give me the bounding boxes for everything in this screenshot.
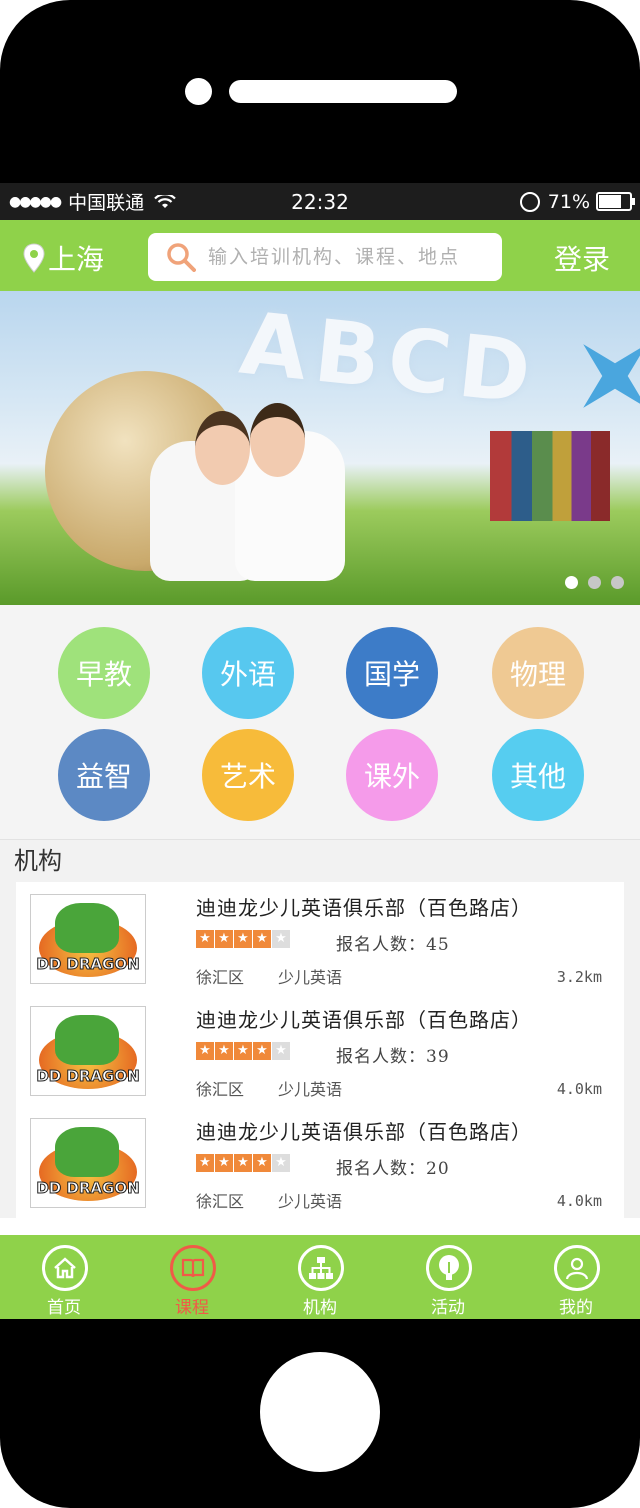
banner-child-right-head [250,403,305,477]
institution-logo: DD DRAGON [30,1118,146,1208]
category-button[interactable]: 其他 [492,729,584,821]
category-grid: 早教 外语 国学 物理益智 艺术 课外 其他 [0,605,640,840]
star-icon: ★ [253,1154,271,1172]
battery-icon [596,192,635,211]
rating-stars: ★ ★ ★ ★ ★ [196,1154,290,1172]
login-button[interactable]: 登录 [554,238,610,278]
category-button[interactable]: 外语 [202,627,294,719]
category-button[interactable]: 物理 [492,627,584,719]
promo-banner[interactable]: ABCD [0,291,640,605]
star-icon: ★ [196,930,214,948]
bottom-tab-bar: 首页 课程 机构 活动 我的 [0,1235,640,1319]
search-input[interactable] [206,245,490,269]
tab-item[interactable]: 活动 [384,1235,512,1319]
section-title: 机构 [0,840,640,882]
user-icon [554,1245,600,1291]
star-icon: ★ [272,930,290,948]
front-camera [185,78,212,105]
clock: 22:32 [291,189,349,214]
star-icon: ★ [215,930,233,948]
institution-card[interactable]: DD DRAGON 迪迪龙少儿英语俱乐部（百色路店） ★ ★ ★ ★ ★ 报名人数：45 徐汇区… [16,882,624,994]
institution-card[interactable]: DD DRAGON 迪迪龙少儿英语俱乐部（百色路店） ★ ★ ★ ★ ★ 报名人数：39 徐汇区… [16,994,624,1106]
carousel-dot[interactable] [611,576,624,589]
institution-name: 迪迪龙少儿英语俱乐部（百色路店） [196,1120,532,1144]
location-pin-icon [23,243,45,273]
logo-text: DD DRAGON [36,1067,140,1086]
rating-stars: ★ ★ ★ ★ ★ [196,1042,290,1060]
book-icon [170,1245,216,1291]
star-icon: ★ [272,1042,290,1060]
star-icon: ★ [234,930,252,948]
app-screen: ●●●●● 中国联通 22:32 71% 上海 输入培训机构、课程、地点 登录 … [0,183,640,1319]
district-label: 徐汇区 [196,1080,245,1099]
home-icon [42,1245,88,1291]
star-icon: ★ [215,1042,233,1060]
star-icon: ★ [234,1154,252,1172]
star-icon: ★ [196,1154,214,1172]
dragon-icon [55,1015,119,1065]
course-tag: 少儿英语 [278,1192,343,1211]
signup-count: 报名人数：45 [336,935,450,955]
district-label: 徐汇区 [196,968,245,987]
dragon-icon [55,903,119,953]
category-button[interactable]: 课外 [346,729,438,821]
category-button[interactable]: 国学 [346,627,438,719]
tab-label: 课程 [175,1298,209,1318]
app-header: 上海 登录 [0,220,640,291]
star-icon: ★ [272,1154,290,1172]
distance-label: 3.2km [556,968,602,986]
city-selector[interactable]: 上海 [22,238,104,278]
tab-label: 机构 [303,1298,337,1318]
signup-count: 报名人数：39 [336,1047,450,1067]
rotation-lock-icon [519,191,540,212]
institution-logo: DD DRAGON [30,894,146,984]
speaker-grille [229,80,457,103]
star-icon: ★ [215,1154,233,1172]
institution-name: 迪迪龙少儿英语俱乐部（百色路店） [196,1008,532,1032]
distance-label: 4.0km [556,1080,602,1098]
star-icon: ★ [253,930,271,948]
star-icon: ★ [253,1042,271,1060]
category-button[interactable]: 艺术 [202,729,294,821]
carousel-dot[interactable] [588,576,601,589]
dragon-icon [55,1127,119,1177]
carousel-indicator [565,576,624,589]
lightbulb-icon [426,1245,472,1291]
banner-pinwheel [551,312,640,439]
star-icon: ★ [234,1042,252,1060]
institution-logo: DD DRAGON [30,1006,146,1096]
tab-item[interactable]: 我的 [512,1235,640,1319]
status-bar: ●●●●● 中国联通 22:32 71% [0,183,640,220]
banner-child-left-head [195,411,250,485]
institution-card[interactable]: DD DRAGON 迪迪龙少儿英语俱乐部（百色路店） ★ ★ ★ ★ ★ 报名人数：20 徐汇区… [16,1106,624,1218]
logo-text: DD DRAGON [36,1179,140,1198]
logo-text: DD DRAGON [36,955,140,974]
tab-item[interactable]: 课程 [128,1235,256,1319]
org-chart-icon [298,1245,344,1291]
rating-stars: ★ ★ ★ ★ ★ [196,930,290,948]
star-icon: ★ [196,1042,214,1060]
distance-label: 4.0km [556,1192,602,1210]
search-icon [167,243,196,272]
phone-frame: ●●●●● 中国联通 22:32 71% 上海 输入培训机构、课程、地点 登录 … [0,0,640,1508]
tab-item[interactable]: 首页 [0,1235,128,1319]
tab-label: 活动 [431,1298,465,1318]
carousel-dot[interactable] [565,576,578,589]
category-button[interactable]: 益智 [58,729,150,821]
tab-label: 我的 [559,1298,593,1318]
signup-count: 报名人数：20 [336,1159,450,1179]
category-button[interactable]: 早教 [58,627,150,719]
tab-item[interactable]: 机构 [256,1235,384,1319]
district-label: 徐汇区 [196,1192,245,1211]
home-button[interactable] [260,1352,380,1472]
tab-label: 首页 [47,1298,81,1318]
city-name: 上海 [48,243,105,276]
banner-books [490,431,610,521]
course-tag: 少儿英语 [278,968,343,987]
institution-list: DD DRAGON 迪迪龙少儿英语俱乐部（百色路店） ★ ★ ★ ★ ★ 报名人数：45 徐汇区… [0,882,640,1218]
search-box[interactable] [148,233,502,281]
course-tag: 少儿英语 [278,1080,343,1099]
institution-name: 迪迪龙少儿英语俱乐部（百色路店） [196,896,532,920]
